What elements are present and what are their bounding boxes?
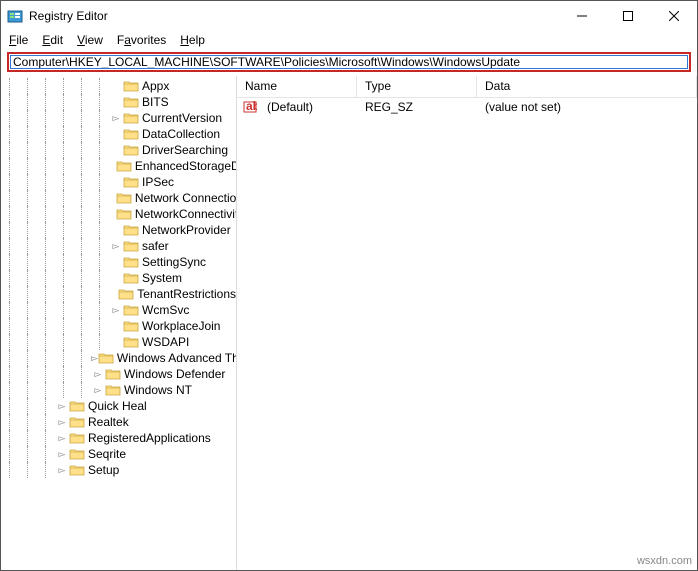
tree-label: Realtek bbox=[88, 415, 129, 429]
tree-item[interactable]: ▻ Windows Defender bbox=[1, 366, 236, 382]
tree-label: Quick Heal bbox=[88, 399, 147, 413]
regedit-icon bbox=[7, 8, 23, 24]
tree-item[interactable]: ▻DataCollection bbox=[1, 126, 236, 142]
tree-label: System bbox=[142, 271, 182, 285]
tree-item[interactable]: ▻ WcmSvc bbox=[1, 302, 236, 318]
string-value-icon: ab bbox=[243, 100, 257, 114]
tree-item[interactable]: ▻WSDAPI bbox=[1, 334, 236, 350]
tree-pane: ▻Appx▻BITS▻CurrentVersion▻DataCollection… bbox=[1, 76, 237, 570]
menu-view[interactable]: View bbox=[77, 33, 103, 47]
tree-label: EnhancedStorageDevices bbox=[135, 159, 236, 173]
tree-item[interactable]: ▻ Seqrite bbox=[1, 446, 236, 462]
cell-name: (Default) bbox=[259, 100, 357, 114]
tree-item[interactable]: ▻TenantRestrictions bbox=[1, 286, 236, 302]
tree-item[interactable]: ▻ Windows NT bbox=[1, 382, 236, 398]
tree-label: Windows Defender bbox=[124, 367, 225, 381]
address-bar[interactable] bbox=[7, 52, 691, 72]
menu-edit[interactable]: Edit bbox=[42, 33, 63, 47]
svg-text:ab: ab bbox=[246, 100, 257, 113]
expand-icon[interactable]: ▻ bbox=[55, 446, 69, 462]
tree-label: WSDAPI bbox=[142, 335, 189, 349]
tree-label: BITS bbox=[142, 95, 169, 109]
menu-file[interactable]: File bbox=[9, 33, 28, 47]
window: Registry Editor File Edit View Favorites… bbox=[0, 0, 698, 571]
tree-label: NetworkProvider bbox=[142, 223, 231, 237]
menu-favorites[interactable]: Favorites bbox=[117, 33, 166, 47]
tree-item[interactable]: ▻NetworkConnectivityStatusIndicator bbox=[1, 206, 236, 222]
tree-label: SettingSync bbox=[142, 255, 206, 269]
tree-item[interactable]: ▻EnhancedStorageDevices bbox=[1, 158, 236, 174]
expand-icon[interactable]: ▻ bbox=[55, 398, 69, 414]
tree-label: Seqrite bbox=[88, 447, 126, 461]
tree-label: Network Connections bbox=[135, 191, 236, 205]
tree-item[interactable]: ▻WorkplaceJoin bbox=[1, 318, 236, 334]
tree-item[interactable]: ▻ Windows Advanced Threat Protection bbox=[1, 350, 236, 366]
tree-label: WorkplaceJoin bbox=[142, 319, 220, 333]
tree-item[interactable]: ▻ Setup bbox=[1, 462, 236, 478]
tree-item[interactable]: ▻BITS bbox=[1, 94, 236, 110]
tree-label: Appx bbox=[142, 79, 169, 93]
list-row[interactable]: ab(Default)REG_SZ(value not set) bbox=[237, 98, 697, 116]
tree-label: CurrentVersion bbox=[142, 111, 222, 125]
tree-label: Windows NT bbox=[124, 383, 192, 397]
col-header-data[interactable]: Data bbox=[477, 76, 697, 97]
tree-item[interactable]: ▻ RegisteredApplications bbox=[1, 430, 236, 446]
tree-label: DataCollection bbox=[142, 127, 220, 141]
minimize-button[interactable] bbox=[559, 1, 605, 31]
tree-item[interactable]: ▻System bbox=[1, 270, 236, 286]
tree-item[interactable]: ▻SettingSync bbox=[1, 254, 236, 270]
expand-icon[interactable]: ▻ bbox=[55, 414, 69, 430]
close-button[interactable] bbox=[651, 1, 697, 31]
expand-icon[interactable]: ▻ bbox=[109, 238, 123, 254]
expand-icon[interactable]: ▻ bbox=[91, 366, 105, 382]
tree-item[interactable]: ▻Network Connections bbox=[1, 190, 236, 206]
tree-label: WcmSvc bbox=[142, 303, 189, 317]
window-title: Registry Editor bbox=[29, 9, 108, 23]
menubar: File Edit View Favorites Help bbox=[1, 31, 697, 51]
maximize-button[interactable] bbox=[605, 1, 651, 31]
tree-item[interactable]: ▻Appx bbox=[1, 78, 236, 94]
tree-label: IPSec bbox=[142, 175, 174, 189]
expand-icon[interactable]: ▻ bbox=[91, 350, 98, 366]
tree-scroll[interactable]: ▻Appx▻BITS▻CurrentVersion▻DataCollection… bbox=[1, 76, 236, 570]
col-header-name[interactable]: Name bbox=[237, 76, 357, 97]
tree-item[interactable]: ▻ Quick Heal bbox=[1, 398, 236, 414]
watermark: wsxdn.com bbox=[637, 555, 692, 567]
tree-item[interactable]: ▻DriverSearching bbox=[1, 142, 236, 158]
tree-label: RegisteredApplications bbox=[88, 431, 211, 445]
tree-label: NetworkConnectivityStatusIndicator bbox=[135, 207, 236, 221]
cell-type: REG_SZ bbox=[357, 100, 477, 114]
tree-label: TenantRestrictions bbox=[137, 287, 236, 301]
tree-item[interactable]: ▻ safer bbox=[1, 238, 236, 254]
tree-label: Windows Advanced Threat Protection bbox=[117, 351, 236, 365]
list-pane[interactable]: Name Type Data ab(Default)REG_SZ(value n… bbox=[237, 76, 697, 570]
expand-icon[interactable]: ▻ bbox=[109, 302, 123, 318]
tree-label: safer bbox=[142, 239, 169, 253]
tree-item[interactable]: ▻NetworkProvider bbox=[1, 222, 236, 238]
list-header: Name Type Data bbox=[237, 76, 697, 98]
col-header-type[interactable]: Type bbox=[357, 76, 477, 97]
tree-label: DriverSearching bbox=[142, 143, 228, 157]
cell-data: (value not set) bbox=[477, 100, 697, 114]
expand-icon[interactable]: ▻ bbox=[55, 430, 69, 446]
expand-icon[interactable]: ▻ bbox=[109, 110, 123, 126]
tree-item[interactable]: ▻ Realtek bbox=[1, 414, 236, 430]
expand-icon[interactable]: ▻ bbox=[55, 462, 69, 478]
expand-icon[interactable]: ▻ bbox=[91, 382, 105, 398]
tree-label: Setup bbox=[88, 463, 119, 477]
titlebar[interactable]: Registry Editor bbox=[1, 1, 697, 31]
tree-item[interactable]: ▻ CurrentVersion bbox=[1, 110, 236, 126]
tree-item[interactable]: ▻IPSec bbox=[1, 174, 236, 190]
menu-help[interactable]: Help bbox=[180, 33, 205, 47]
